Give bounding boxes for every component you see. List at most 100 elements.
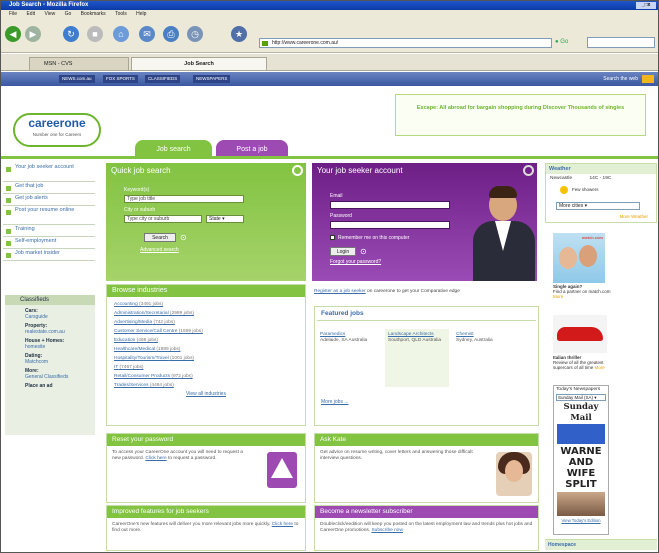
classified-dating[interactable]: Dating: Matchcom: [5, 350, 95, 365]
browser-search-input[interactable]: [587, 37, 655, 48]
industry-item[interactable]: IT (7467 jobs): [114, 363, 305, 372]
mail-icon[interactable]: ✉: [139, 26, 155, 42]
login-button[interactable]: Login: [330, 247, 356, 256]
print-icon[interactable]: ⎙: [163, 26, 179, 42]
menu-help[interactable]: Help: [136, 11, 146, 17]
forgot-password-link[interactable]: Forgot your password?: [330, 259, 381, 265]
featured-job: Paramedics Adelaide, SA Australia: [317, 329, 381, 387]
menu-file[interactable]: File: [9, 11, 17, 17]
logo-tagline: Number one for Careers: [32, 132, 82, 137]
match-more-link[interactable]: More: [553, 294, 563, 299]
tab-job-search[interactable]: Job Search: [131, 57, 267, 70]
subscribe-link[interactable]: Subscribe now: [371, 528, 402, 533]
industry-item[interactable]: Hospitality/Tourism/Travel (1001 jobs): [114, 354, 305, 363]
classified-cars[interactable]: Cars: Carsguide: [5, 305, 95, 320]
weather-city-row: Newcastle 14C - 19C: [546, 174, 656, 183]
featured-jobs: Featured jobs Paramedics Adelaide, SA Au…: [314, 306, 539, 426]
view-edition-link[interactable]: View Today's Edition: [554, 518, 608, 523]
state-select[interactable]: State ▾: [206, 215, 244, 223]
left-nav-item[interactable]: Training: [3, 225, 95, 237]
left-nav-item[interactable]: Your job seeker account: [3, 163, 95, 182]
more-jobs-link[interactable]: More jobs ...: [321, 399, 349, 405]
nav-newspapers[interactable]: NEWSPAPERS: [193, 75, 231, 83]
keywords-label: Keyword(s): [124, 187, 150, 193]
classifieds-heading: Classifieds: [5, 295, 95, 305]
search-go-icon[interactable]: ⊙: [180, 233, 187, 242]
back-icon[interactable]: ◀: [5, 26, 21, 42]
menu-bookmarks[interactable]: Bookmarks: [81, 11, 106, 17]
account-title: Your job seeker account: [317, 166, 403, 175]
email-input[interactable]: [330, 201, 450, 209]
industry-item[interactable]: Education (468 jobs): [114, 336, 305, 345]
improved-click-here-link[interactable]: Click here: [272, 522, 293, 527]
password-label: Password: [330, 213, 352, 219]
match-logo: match.com: [581, 235, 603, 240]
nav-foxsports[interactable]: FOX SPORTS: [103, 75, 138, 83]
featured-job-location: Southport, QLD Australia: [388, 338, 442, 343]
nav-classifieds[interactable]: CLASSIFIEDS: [145, 75, 181, 83]
more-weather-link[interactable]: More Weather: [620, 214, 648, 219]
newspaper-widget: Today's Newspapers Sunday Mail (SA) ▾ Su…: [553, 385, 609, 535]
stop-icon[interactable]: ■: [87, 26, 103, 42]
reset-click-here-link[interactable]: Click here: [145, 456, 166, 461]
reload-icon[interactable]: ↻: [63, 26, 79, 42]
industry-item[interactable]: Healthcare/Medical (1989 jobs): [114, 345, 305, 354]
sun-icon: [560, 186, 568, 194]
left-nav-item[interactable]: Post your resume online: [3, 206, 95, 225]
car-more-link[interactable]: More: [595, 365, 605, 370]
site-favicon: [262, 41, 268, 46]
web-search-button[interactable]: [642, 75, 654, 83]
location-input[interactable]: Type city or suburb: [124, 215, 202, 223]
industry-item[interactable]: Retail/Consumer Products (972 jobs): [114, 372, 305, 381]
tab-msn[interactable]: MSN - CVS: [29, 57, 129, 70]
go-button[interactable]: ● Go: [555, 37, 581, 48]
weather-city: Newcastle: [550, 176, 573, 181]
left-nav-item[interactable]: Get that job: [3, 182, 95, 194]
header-divider: [1, 156, 658, 159]
forward-icon[interactable]: ▶: [25, 26, 41, 42]
menu-edit[interactable]: Edit: [26, 11, 35, 17]
address-bar[interactable]: http://www.careerone.com.au/: [259, 38, 552, 48]
menu-go[interactable]: Go: [65, 11, 72, 17]
reset-title: Reset your password: [107, 434, 305, 446]
advanced-search-link[interactable]: Advanced search: [140, 247, 179, 253]
promo-banner[interactable]: Escape: All abroad for bargain shopping …: [395, 94, 646, 136]
nav-news[interactable]: NEWS.com.au: [59, 75, 95, 83]
view-all-industries-link[interactable]: View all industries: [107, 391, 305, 397]
industry-item[interactable]: Advertising/Media (742 jobs): [114, 318, 305, 327]
keywords-input[interactable]: Type job title: [124, 195, 244, 203]
newspaper-select[interactable]: Sunday Mail (SA) ▾: [556, 394, 606, 401]
left-nav-item[interactable]: Job market insider: [3, 249, 95, 261]
left-nav-item[interactable]: Self-employment: [3, 237, 95, 249]
remember-checkbox[interactable]: [330, 235, 335, 240]
businessman-photo: [469, 181, 537, 281]
password-input[interactable]: [330, 221, 450, 229]
home-icon[interactable]: ⌂: [113, 26, 129, 42]
place-ad-link[interactable]: Place an ad: [5, 380, 95, 389]
classified-more[interactable]: More: General Classifieds: [5, 365, 95, 380]
classified-property[interactable]: Property: realestate.com.au: [5, 320, 95, 335]
left-nav-item[interactable]: Get job alerts: [3, 194, 95, 206]
match-ad-image[interactable]: match.com: [553, 233, 605, 283]
menu-tools[interactable]: Tools: [115, 11, 127, 17]
car-ad-caption: Italian thriller Review of all the great…: [553, 355, 605, 370]
left-nav: Your job seeker account Get that job Get…: [3, 163, 95, 261]
classified-homes[interactable]: House + Homes: homesite: [5, 335, 95, 350]
featured-job-location: Adelaide, SA Australia: [320, 338, 368, 343]
industry-item[interactable]: Customer Service/Call Centre (1559 jobs): [114, 327, 305, 336]
industry-item[interactable]: Accounting (3491 jobs): [114, 300, 305, 309]
menu-view[interactable]: View: [44, 11, 55, 17]
bookmark-icon[interactable]: ★: [231, 26, 247, 42]
search-button[interactable]: Search: [144, 233, 176, 242]
login-go-icon[interactable]: ⊙: [360, 247, 367, 256]
careerone-logo[interactable]: careerone Number one for Careers: [13, 113, 101, 147]
industry-item[interactable]: Administration/Secretarial (2999 jobs): [114, 309, 305, 318]
register-link[interactable]: Register as a job seeker: [314, 289, 366, 294]
history-icon[interactable]: ◷: [187, 26, 203, 42]
window-controls[interactable]: _□x: [636, 2, 656, 9]
car-ad-image[interactable]: [553, 315, 607, 353]
location-label: City or suburb: [124, 207, 156, 213]
address-text: http://www.careerone.com.au/: [272, 40, 339, 46]
industry-item[interactable]: Trades/Services (4484 jobs): [114, 381, 305, 390]
weather-city-select[interactable]: More cities ▾: [556, 202, 640, 210]
